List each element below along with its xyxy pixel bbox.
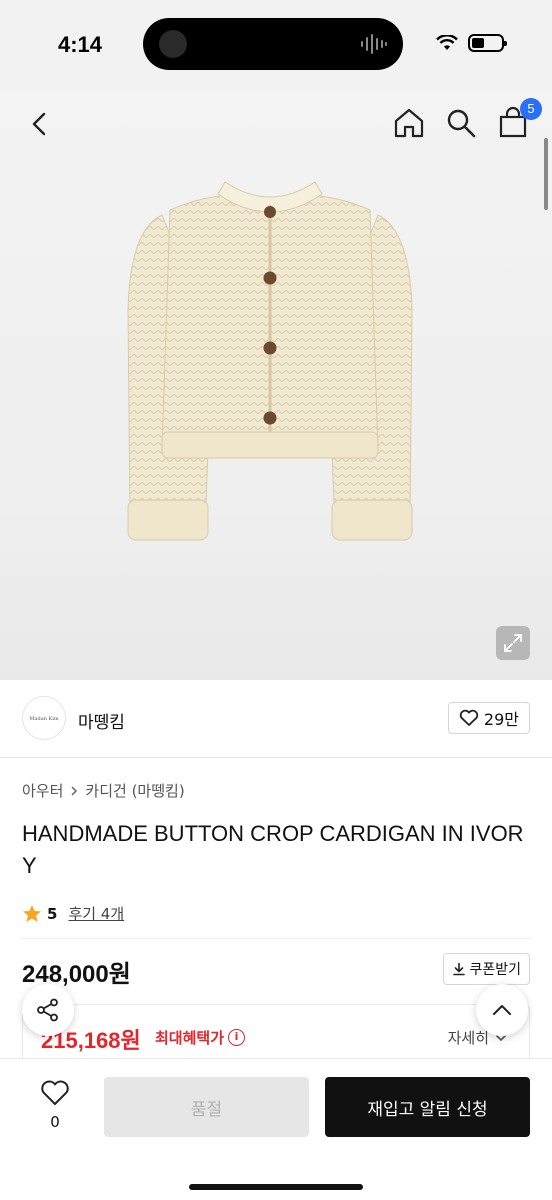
heart-icon xyxy=(459,709,479,726)
share-icon xyxy=(37,998,58,1022)
rating-score: 5 xyxy=(47,904,58,923)
benefit-label-text: 최대혜택가 xyxy=(155,1029,225,1047)
brand-logo[interactable]: Madan Kim xyxy=(22,696,66,740)
heart-icon xyxy=(41,1080,69,1105)
home-icon xyxy=(394,108,424,138)
home-button[interactable] xyxy=(392,106,426,140)
divider xyxy=(22,938,530,939)
benefit-detail-label: 자세히 xyxy=(447,1029,489,1047)
chevron-right-icon xyxy=(71,785,78,796)
breadcrumb-category[interactable]: 아우터 xyxy=(22,780,63,801)
wishlist-button[interactable]: 0 xyxy=(34,1079,76,1131)
scroll-top-button[interactable] xyxy=(476,984,528,1036)
brand-like-button[interactable]: 29만 xyxy=(447,702,530,734)
battery-icon xyxy=(468,34,507,52)
restock-alert-button[interactable]: 재입고 알림 신청 xyxy=(325,1077,530,1137)
cart-count-badge: 5 xyxy=(520,98,542,120)
info-icon[interactable]: i xyxy=(228,1029,246,1046)
product-price: 248,000원 xyxy=(22,961,131,988)
brand-name[interactable]: 마뗑킴 xyxy=(78,708,125,733)
product-image-area: 5 xyxy=(0,90,552,680)
search-icon xyxy=(447,109,476,138)
brand-row: Madan Kim 마뗑킴 29만 xyxy=(0,680,552,758)
status-icons xyxy=(436,34,507,52)
brand-like-count: 29만 xyxy=(483,710,519,729)
product-title: HANDMADE BUTTON CROP CARDIGAN IN IVORY xyxy=(22,821,524,878)
expand-image-button[interactable] xyxy=(496,626,530,660)
expand-icon xyxy=(504,634,522,652)
breadcrumb: 아우터 카디건 (마뗑킴) xyxy=(22,780,185,801)
review-link[interactable]: 후기 4개 xyxy=(68,903,124,924)
benefit-label: 최대혜택가 i xyxy=(155,1027,246,1048)
dynamic-island xyxy=(143,18,403,70)
share-button[interactable] xyxy=(22,984,74,1036)
bottom-action-bar: 0 품절 재입고 알림 신청 xyxy=(0,1058,552,1200)
search-button[interactable] xyxy=(444,106,478,140)
product-image xyxy=(127,181,413,541)
breadcrumb-subcategory[interactable]: 카디건 (마뗑킴) xyxy=(85,780,184,801)
back-button[interactable] xyxy=(22,106,58,142)
chevron-left-icon xyxy=(32,112,46,136)
chevron-up-icon xyxy=(493,1005,511,1015)
coupon-button[interactable]: 쿠폰받기 xyxy=(443,953,530,985)
home-indicator xyxy=(189,1184,363,1190)
wifi-icon xyxy=(436,35,458,50)
cart-button[interactable]: 5 xyxy=(496,98,542,140)
header-actions: 5 xyxy=(392,98,542,140)
now-playing-icon xyxy=(159,30,187,58)
download-icon xyxy=(453,962,466,976)
audio-wave-icon xyxy=(361,34,387,54)
scroll-indicator xyxy=(544,138,548,210)
status-bar: 4:14 xyxy=(0,0,552,90)
soldout-button: 품절 xyxy=(104,1077,309,1137)
status-time: 4:14 xyxy=(58,32,103,57)
coupon-label: 쿠폰받기 xyxy=(469,962,521,978)
wishlist-count: 0 xyxy=(50,1113,60,1131)
star-icon xyxy=(23,904,41,922)
rating-row: 5 후기 4개 xyxy=(22,903,124,924)
